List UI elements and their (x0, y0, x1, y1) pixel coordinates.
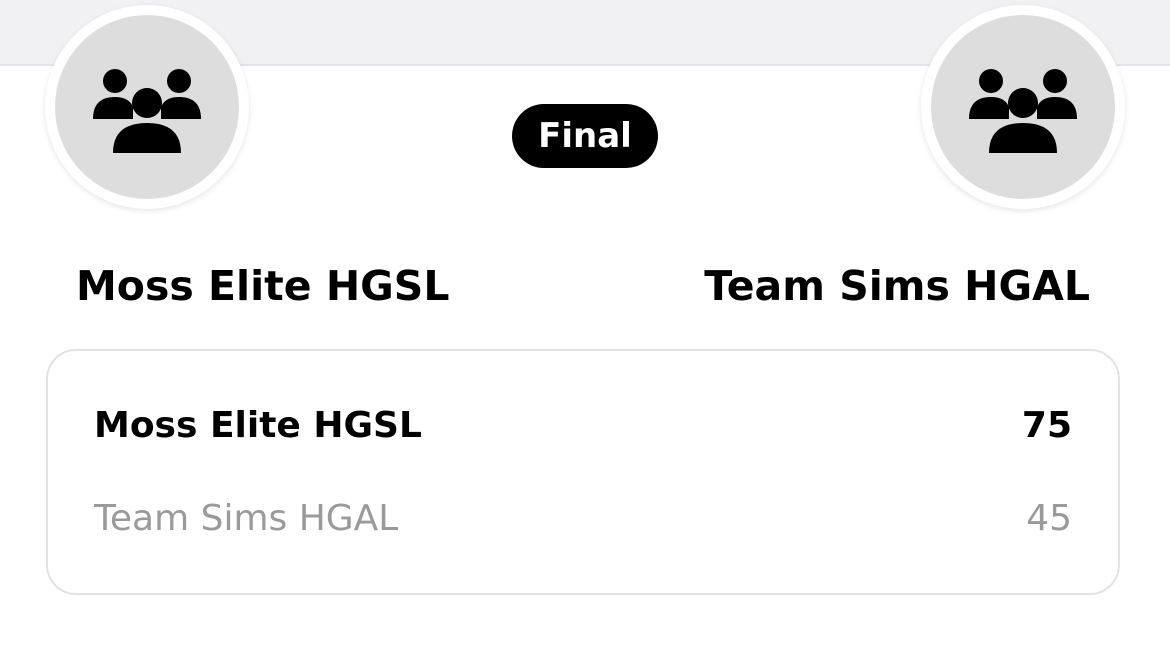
group-icon (93, 69, 201, 153)
score-value: 45 (1026, 498, 1072, 539)
group-icon (969, 69, 1077, 153)
game-detail-page: Final Moss Elite HGSL Team Sims HGAL Mos… (0, 0, 1170, 655)
away-team-avatar[interactable] (921, 5, 1125, 209)
home-team-avatar[interactable] (45, 5, 249, 209)
away-team-name[interactable]: Team Sims HGAL (704, 262, 1090, 310)
avatar-circle (931, 15, 1115, 199)
home-team-name[interactable]: Moss Elite HGSL (76, 262, 449, 310)
score-team-name: Moss Elite HGSL (94, 405, 422, 446)
game-status-badge: Final (512, 104, 658, 168)
score-value: 75 (1021, 405, 1072, 446)
score-card: Moss Elite HGSL 75 Team Sims HGAL 45 (46, 349, 1120, 595)
score-team-name: Team Sims HGAL (94, 498, 399, 539)
score-row-loser: Team Sims HGAL 45 (94, 498, 1072, 548)
score-row-winner: Moss Elite HGSL 75 (94, 405, 1072, 455)
avatar-circle (55, 15, 239, 199)
